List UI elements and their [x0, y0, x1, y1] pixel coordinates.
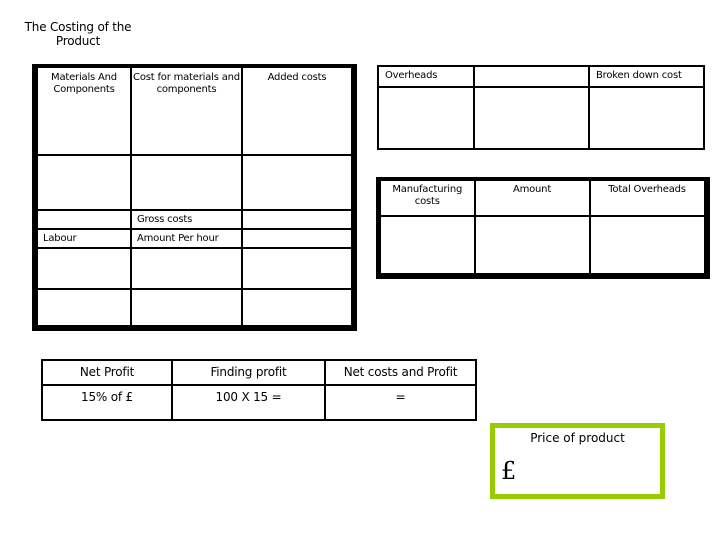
header-cell-materials: Materials And Components [34, 65, 132, 156]
table-cell[interactable] [377, 86, 475, 150]
header-text: Broken down cost [596, 70, 682, 81]
table-cell[interactable] [34, 209, 132, 230]
header-cell-amount: Amount [473, 178, 591, 217]
table-cell[interactable] [34, 288, 132, 329]
price-of-product-label: Price of product [530, 431, 625, 445]
manufacturing-costs-table: Manufacturing costs Amount Total Overhea… [376, 177, 710, 279]
header-text: Manufacturing costs [392, 184, 463, 207]
table-row: Gross costs [34, 209, 355, 230]
table-row: Materials And Components Cost for materi… [34, 65, 355, 156]
finding-profit-value-cell[interactable]: 100 X 15 = [171, 384, 326, 421]
net-profit-value-cell[interactable]: 15% of £ [41, 384, 173, 421]
table-cell[interactable] [241, 288, 355, 329]
header-cell-manufacturing-costs: Manufacturing costs [377, 178, 476, 217]
net-costs-profit-value-cell[interactable]: = [324, 384, 477, 421]
header-text: Amount [512, 184, 552, 195]
table-row: Net Profit Finding profit Net costs and … [41, 359, 477, 386]
header-cell-broken-down-cost: Broken down cost [588, 65, 705, 88]
table-cell[interactable] [473, 86, 590, 150]
header-text [475, 67, 588, 70]
table-row [34, 247, 355, 290]
header-text: Net costs and Profit [343, 365, 458, 379]
gross-costs-label: Gross costs [137, 214, 193, 225]
table-cell[interactable] [588, 215, 708, 277]
table-row: Manufacturing costs Amount Total Overhea… [377, 178, 708, 217]
header-text: Finding profit [210, 365, 287, 379]
gross-costs-cell: Gross costs [130, 209, 243, 230]
header-text: Added costs [267, 72, 327, 83]
table-cell[interactable] [130, 288, 243, 329]
price-of-product-box[interactable]: Price of product £ [490, 423, 665, 499]
overheads-table: Overheads Broken down cost [377, 65, 705, 150]
header-cell-finding-profit: Finding profit [171, 359, 326, 386]
table-cell[interactable] [377, 215, 476, 277]
table-row [34, 288, 355, 329]
cell-text: 15% of £ [81, 390, 133, 404]
cell-text: = [395, 390, 406, 404]
header-text: Overheads [385, 70, 438, 81]
table-row [377, 215, 708, 277]
table-cell[interactable] [588, 86, 705, 150]
header-text: Materials And Components [51, 72, 117, 95]
header-cell-blank [473, 65, 590, 88]
table-row [34, 154, 355, 211]
table-cell[interactable] [241, 247, 355, 290]
materials-costs-table: Materials And Components Cost for materi… [32, 64, 357, 331]
table-cell[interactable] [34, 154, 132, 211]
labour-label: Labour [43, 233, 77, 244]
header-cell-overheads: Overheads [377, 65, 475, 88]
profit-table: Net Profit Finding profit Net costs and … [41, 359, 477, 421]
labour-cell: Labour [34, 228, 132, 249]
header-text: Net Profit [79, 365, 135, 379]
table-row: Labour Amount Per hour [34, 228, 355, 249]
header-cell-added-costs: Added costs [241, 65, 355, 156]
table-cell[interactable] [241, 209, 355, 230]
table-cell[interactable] [130, 247, 243, 290]
header-text: Cost for materials and components [133, 72, 240, 95]
amount-per-hour-label: Amount Per hour [137, 233, 219, 244]
header-cell-net-costs-profit: Net costs and Profit [324, 359, 477, 386]
header-cell-total-overheads: Total Overheads [588, 178, 708, 217]
table-row: 15% of £ 100 X 15 = = [41, 384, 477, 421]
table-cell[interactable] [130, 154, 243, 211]
table-cell[interactable] [473, 215, 591, 277]
table-cell[interactable] [241, 154, 355, 211]
page-title: The Costing of the Product [24, 20, 132, 48]
header-text: Total Overheads [608, 184, 686, 195]
cell-text: 100 X 15 = [215, 390, 282, 404]
pound-sign-icon: £ [501, 457, 517, 485]
table-row [377, 86, 705, 150]
header-cell-net-profit: Net Profit [41, 359, 173, 386]
table-cell[interactable] [241, 228, 355, 249]
table-cell[interactable] [34, 247, 132, 290]
header-cell-cost-materials: Cost for materials and components [130, 65, 243, 156]
table-row: Overheads Broken down cost [377, 65, 705, 88]
amount-per-hour-cell: Amount Per hour [130, 228, 243, 249]
